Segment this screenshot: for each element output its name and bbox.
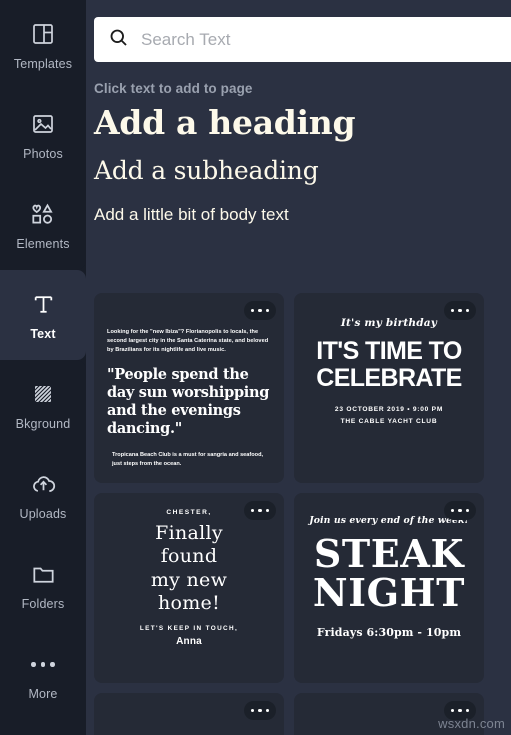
card-text-signature: Anna: [176, 636, 202, 648]
panel-hint: Click text to add to page: [94, 81, 253, 96]
more-dots-icon: [31, 649, 55, 679]
sidebar-item-templates[interactable]: Templates: [0, 0, 86, 90]
card-text-script: It's my birthday: [340, 317, 438, 329]
left-sidebar: Templates Photos Elements Text Bkground …: [0, 0, 86, 735]
background-icon: [28, 379, 58, 409]
search-box[interactable]: [94, 17, 511, 62]
folders-icon: [28, 559, 58, 589]
template-card-grid: Looking for the "new Ibiza"? Florianopol…: [94, 293, 511, 735]
search-input[interactable]: [141, 29, 511, 50]
card-text-sub: LET'S KEEP IN TOUCH,: [139, 625, 239, 633]
text-sample-list: Add a heading Add a subheading Add a lit…: [94, 103, 511, 225]
sidebar-item-label: Templates: [13, 57, 73, 72]
sidebar-item-bkground[interactable]: Bkground: [0, 360, 86, 450]
search-bar: [94, 17, 511, 62]
sidebar-item-label: More: [28, 687, 58, 702]
sidebar-item-label: Text: [30, 327, 56, 342]
card-text-intro: Looking for the "new Ibiza"? Florianopol…: [107, 329, 269, 354]
text-sample-body[interactable]: Add a little bit of body text: [94, 205, 511, 225]
sidebar-item-folders[interactable]: Folders: [0, 540, 86, 630]
card-more-icon[interactable]: [444, 501, 476, 520]
card-more-icon[interactable]: [244, 301, 276, 320]
card-text-title-line3: my new: [150, 568, 228, 591]
sidebar-item-photos[interactable]: Photos: [0, 90, 86, 180]
template-card-partial-left[interactable]: [94, 693, 284, 735]
card-text-quote: "People spend the day sun worshipping an…: [107, 365, 270, 438]
card-text-title-line1: IT'S TIME TO: [316, 337, 462, 365]
card-text-title-line1: STEAK: [313, 531, 465, 576]
template-card-birthday[interactable]: It's my birthday IT'S TIME TO CELEBRATE …: [294, 293, 484, 483]
search-icon[interactable]: [108, 27, 129, 53]
card-more-icon[interactable]: [244, 701, 276, 720]
card-more-icon[interactable]: [244, 501, 276, 520]
template-card-steak-night[interactable]: Join us every end of the week! STEAK NIG…: [294, 493, 484, 683]
uploads-icon: [28, 469, 58, 499]
card-text-title-line4: home!: [157, 592, 221, 615]
card-more-icon[interactable]: [444, 301, 476, 320]
template-card-travel-quote[interactable]: Looking for the "new Ibiza"? Florianopol…: [94, 293, 284, 483]
sidebar-item-label: Uploads: [19, 507, 67, 522]
text-sample-heading[interactable]: Add a heading: [94, 103, 511, 142]
sidebar-item-label: Photos: [23, 147, 63, 162]
sidebar-item-more[interactable]: More: [0, 630, 86, 720]
canva-editor-window: Templates Photos Elements Text Bkground …: [0, 0, 511, 735]
photos-icon: [28, 109, 58, 139]
sidebar-item-uploads[interactable]: Uploads: [0, 450, 86, 540]
sidebar-item-text[interactable]: Text: [0, 258, 86, 372]
card-text-meta: Fridays 6:30pm - 10pm: [316, 625, 462, 639]
sidebar-item-label: Folders: [21, 597, 65, 612]
templates-icon: [28, 19, 58, 49]
card-text-title-line2: NIGHT: [312, 569, 466, 615]
text-sample-subheading[interactable]: Add a subheading: [94, 156, 511, 186]
sidebar-item-label: Bkground: [15, 417, 71, 432]
sidebar-item-elements[interactable]: Elements: [0, 180, 86, 270]
sidebar-item-label: Elements: [16, 237, 70, 252]
card-text-title-line1: Finally: [155, 522, 223, 544]
card-text-meta-line1: 23 OCTOBER 2019 • 9:00 PM: [334, 406, 444, 413]
card-text-title-line2: CELEBRATE: [316, 363, 462, 392]
text-icon: [28, 289, 58, 319]
text-panel: Click text to add to page Add a heading …: [86, 0, 511, 735]
watermark: wsxdn.com: [438, 716, 505, 731]
card-text-footer: Tropicana Beach Club is a must for sangr…: [112, 451, 264, 468]
card-text-title-line2: found: [160, 545, 218, 568]
template-card-new-home[interactable]: CHESTER, Finally found my new home! LET'…: [94, 493, 284, 683]
elements-icon: [28, 199, 58, 229]
card-text-meta-line2: THE CABLE YACHT CLUB: [340, 418, 438, 426]
